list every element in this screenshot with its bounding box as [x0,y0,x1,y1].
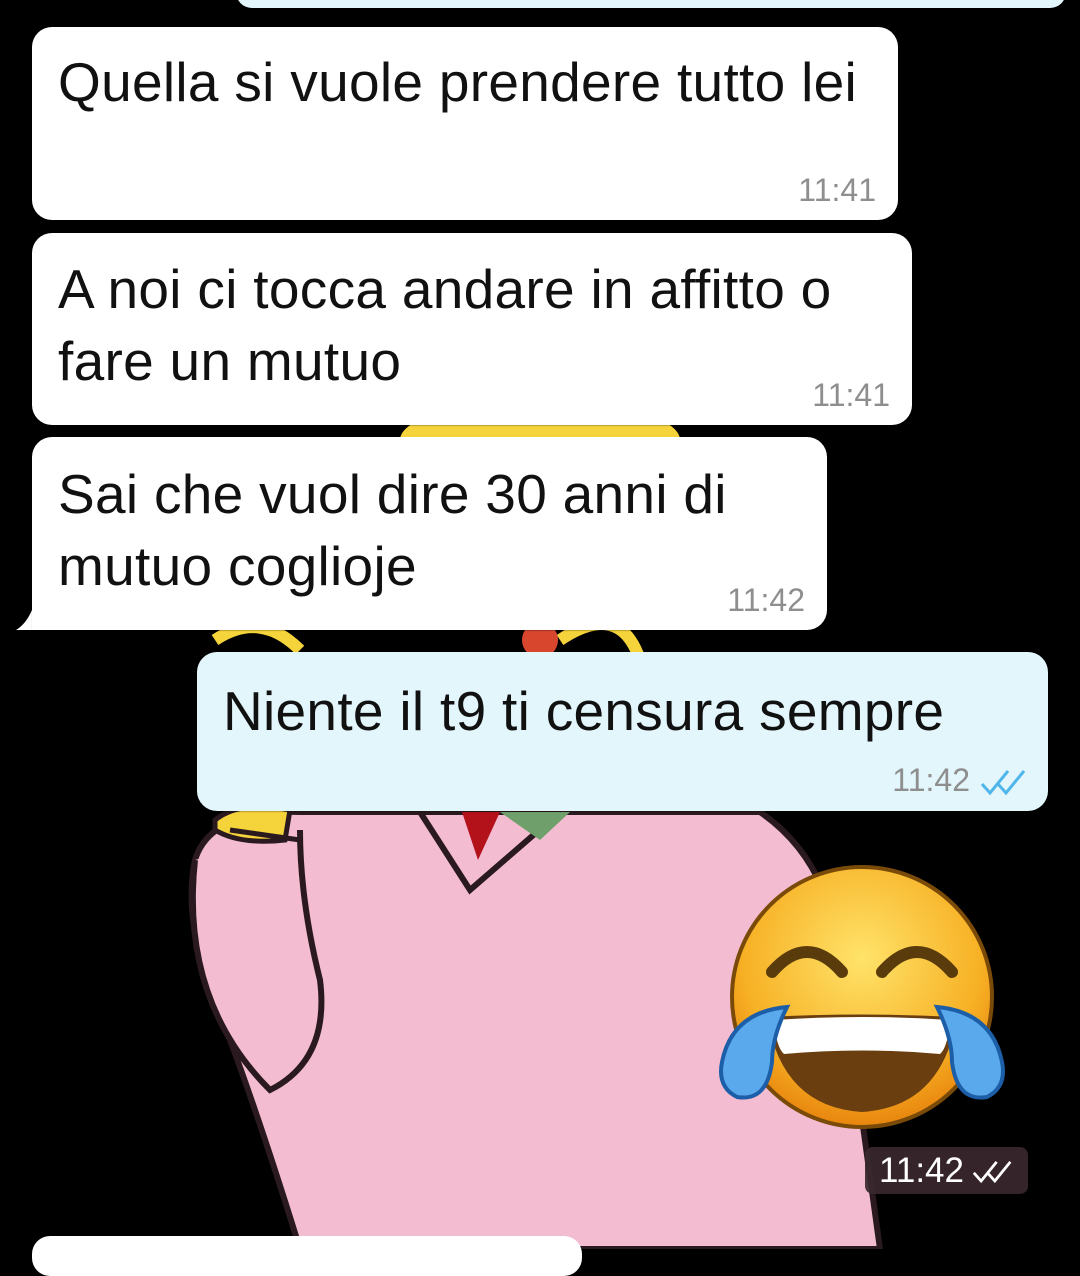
face-with-tears-of-joy-icon[interactable] [712,862,1012,1137]
message-text: Niente il t9 ti censura sempre [223,680,945,742]
message-bubble-outgoing[interactable]: Niente il t9 ti censura sempre 11:42 [197,652,1048,811]
message-text: Sai che vuol dire 30 anni di mutuo cogli… [58,463,727,597]
message-bubble-incoming[interactable]: Sai che vuol dire 30 anni di mutuo cogli… [32,437,827,630]
message-time: 11:42 [892,762,970,798]
read-receipt-icon [980,770,1026,796]
message-bubble-incoming[interactable]: A noi ci tocca andare in affitto o fare … [32,233,912,425]
read-receipt-icon [972,1160,1012,1183]
next-message-bubble[interactable] [32,1236,582,1276]
previous-message-bubble[interactable] [236,0,1066,8]
message-time: 11:42 [727,582,805,618]
sticker-time: 11:42 [879,1150,964,1190]
sticker-time-badge: 11:42 [865,1147,1028,1194]
message-time: 11:41 [812,377,890,413]
message-time: 11:41 [798,172,876,208]
message-text: Quella si vuole prendere tutto lei [58,51,857,113]
message-bubble-incoming[interactable]: Quella si vuole prendere tutto lei 11:41 [32,27,898,220]
message-text: A noi ci tocca andare in affitto o fare … [58,258,832,392]
